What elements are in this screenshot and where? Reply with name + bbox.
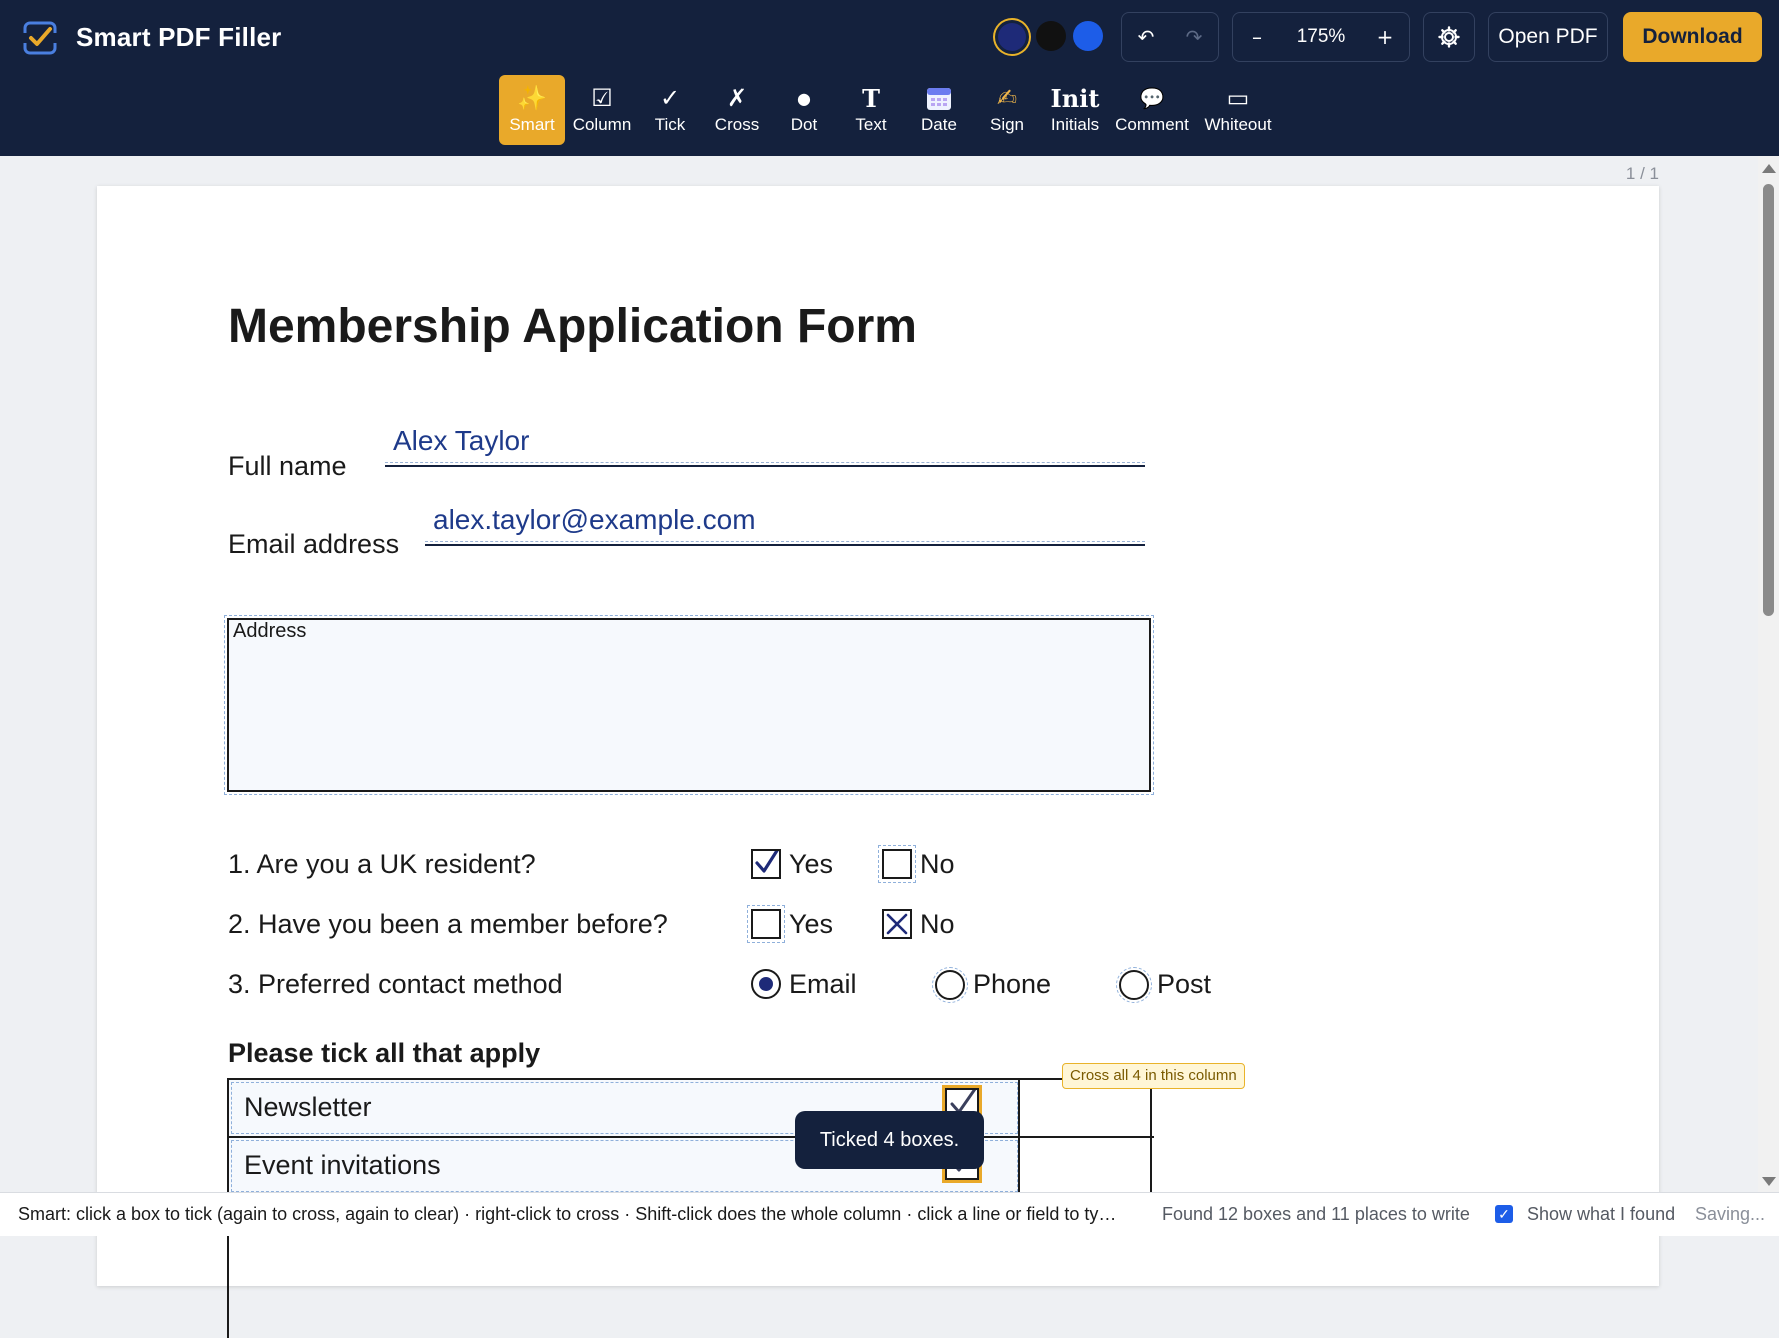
toast-notification: Ticked 4 boxes. bbox=[795, 1111, 984, 1169]
address-label: Address bbox=[233, 620, 307, 642]
tool-label: Dot bbox=[790, 115, 818, 134]
tool-label: Column bbox=[572, 115, 632, 134]
tool-date[interactable]: Date bbox=[905, 75, 973, 145]
contact-phone-radio[interactable] bbox=[932, 967, 968, 1003]
email-label: Email address bbox=[228, 529, 400, 559]
full-name-label: Full name bbox=[228, 451, 347, 481]
tool-label: Smart bbox=[509, 115, 555, 134]
uk-resident-no-checkbox[interactable] bbox=[878, 845, 916, 883]
full-name-value: Alex Taylor bbox=[393, 425, 530, 456]
tool-label: Initials bbox=[1050, 115, 1100, 134]
tool-label: Sign bbox=[989, 115, 1025, 134]
contact-post-label: Post bbox=[1157, 969, 1212, 999]
question-member-before: 2. Have you been a member before? bbox=[228, 909, 668, 939]
member-before-no-label: No bbox=[920, 909, 955, 939]
usage-hint: Smart: click a box to tick (again to cro… bbox=[18, 1204, 1118, 1224]
column-check-icon: ☑ bbox=[591, 84, 613, 112]
table-row: Newsletter bbox=[229, 1080, 1154, 1138]
zoom-in-button[interactable]: + bbox=[1361, 13, 1409, 61]
tool-column[interactable]: ☑ Column bbox=[567, 75, 637, 145]
zoom-group: – 175% + bbox=[1232, 12, 1410, 62]
tick-mark-icon bbox=[755, 851, 779, 873]
show-found-checkbox[interactable]: ✓ bbox=[1495, 1205, 1513, 1223]
tool-tick[interactable]: ✓ Tick bbox=[637, 75, 703, 145]
tool-label: Date bbox=[921, 115, 957, 134]
color-swatch-navy[interactable] bbox=[998, 23, 1026, 51]
history-group: ↶ ↷ bbox=[1121, 12, 1219, 62]
saving-status: Saving... bbox=[1695, 1204, 1766, 1224]
color-swatch-black[interactable] bbox=[1036, 21, 1066, 51]
tool-dot[interactable]: ● Dot bbox=[771, 75, 837, 145]
address-field[interactable]: Address bbox=[224, 615, 1154, 795]
member-before-yes-label: Yes bbox=[789, 909, 834, 939]
tool-comment[interactable]: 💬 Comment bbox=[1109, 75, 1195, 145]
column-action-hint[interactable]: Cross all 4 in this column bbox=[1062, 1063, 1245, 1089]
zoom-level: 175% bbox=[1296, 26, 1346, 47]
top-bar: Smart PDF Filler ↶ ↷ – 175% + Open PDF D… bbox=[0, 0, 1779, 156]
tool-label: Tick bbox=[654, 115, 686, 134]
color-swatch-blue[interactable] bbox=[1073, 21, 1103, 51]
contact-phone-label: Phone bbox=[973, 969, 1052, 999]
zoom-out-button[interactable]: – bbox=[1233, 13, 1281, 61]
tool-sign[interactable]: ✍ Sign bbox=[973, 75, 1041, 145]
tool-palette: ✨ Smart ☑ Column ✓ Tick ✗ Cross ● Dot T … bbox=[499, 75, 1281, 145]
form-title: Membership Application Form bbox=[228, 300, 917, 353]
member-before-no-checkbox[interactable] bbox=[882, 909, 912, 939]
calendar-icon bbox=[926, 83, 952, 113]
initials-icon: Init bbox=[1050, 83, 1100, 113]
comment-icon: 💬 bbox=[1139, 86, 1165, 110]
tool-label: Text bbox=[855, 115, 887, 134]
app-logo-icon bbox=[22, 21, 58, 55]
sparkle-icon: ✨ bbox=[517, 84, 547, 112]
radio-selected-dot bbox=[759, 977, 773, 991]
tool-label: Comment bbox=[1115, 115, 1189, 134]
question-contact-method: 3. Preferred contact method bbox=[228, 969, 563, 999]
status-bar: Smart: click a box to tick (again to cro… bbox=[0, 1192, 1779, 1236]
download-button[interactable]: Download bbox=[1623, 12, 1762, 62]
tool-whiteout[interactable]: ▭ Whiteout bbox=[1195, 75, 1281, 145]
scroll-up-arrow-icon[interactable] bbox=[1762, 164, 1776, 173]
tool-label: Whiteout bbox=[1204, 115, 1272, 134]
undo-button[interactable]: ↶ bbox=[1122, 13, 1170, 61]
question-uk-resident: 1. Are you a UK resident? bbox=[228, 849, 536, 879]
row-label: Newsletter bbox=[244, 1092, 372, 1122]
row-label: Event invitations bbox=[244, 1150, 441, 1180]
scroll-down-arrow-icon[interactable] bbox=[1762, 1177, 1776, 1186]
cross-icon: ✗ bbox=[726, 84, 748, 112]
contact-email-radio[interactable] bbox=[751, 969, 781, 999]
tool-label: Cross bbox=[714, 115, 760, 134]
page-counter: 1 / 1 bbox=[1625, 164, 1659, 183]
found-summary: Found 12 boxes and 11 places to write bbox=[1162, 1204, 1470, 1224]
text-icon: T bbox=[862, 83, 880, 113]
scroll-thumb[interactable] bbox=[1763, 184, 1774, 616]
uk-resident-yes-checkbox[interactable] bbox=[751, 849, 781, 879]
whiteout-icon: ▭ bbox=[1226, 84, 1250, 112]
uk-resident-yes-label: Yes bbox=[789, 849, 834, 879]
sign-icon: ✍ bbox=[996, 84, 1018, 112]
dot-icon: ● bbox=[797, 88, 811, 108]
event-invitations-check-cell bbox=[1020, 1138, 1152, 1194]
redo-button[interactable]: ↷ bbox=[1170, 13, 1218, 61]
gear-icon bbox=[1438, 26, 1460, 48]
email-field[interactable]: alex.taylor@example.com bbox=[425, 504, 1145, 546]
open-pdf-button[interactable]: Open PDF bbox=[1488, 12, 1608, 62]
show-found-label[interactable]: Show what I found bbox=[1527, 1204, 1675, 1225]
settings-button[interactable] bbox=[1423, 12, 1475, 62]
vertical-scrollbar[interactable] bbox=[1758, 156, 1779, 1192]
app-title: Smart PDF Filler bbox=[76, 22, 282, 52]
uk-resident-no-label: No bbox=[920, 849, 955, 879]
tick-icon: ✓ bbox=[659, 84, 681, 112]
tool-smart[interactable]: ✨ Smart bbox=[499, 75, 565, 145]
email-value: alex.taylor@example.com bbox=[433, 504, 756, 535]
tool-initials[interactable]: Init Initials bbox=[1041, 75, 1109, 145]
tool-cross[interactable]: ✗ Cross bbox=[703, 75, 771, 145]
contact-post-radio[interactable] bbox=[1116, 967, 1152, 1003]
table-row: Event invitations bbox=[229, 1138, 1154, 1196]
full-name-field[interactable]: Alex Taylor bbox=[385, 425, 1145, 467]
cross-mark-icon bbox=[886, 913, 908, 935]
member-before-yes-checkbox[interactable] bbox=[747, 905, 785, 943]
contact-email-label: Email bbox=[789, 969, 857, 999]
tool-text[interactable]: T Text bbox=[837, 75, 905, 145]
apply-heading: Please tick all that apply bbox=[228, 1038, 541, 1068]
